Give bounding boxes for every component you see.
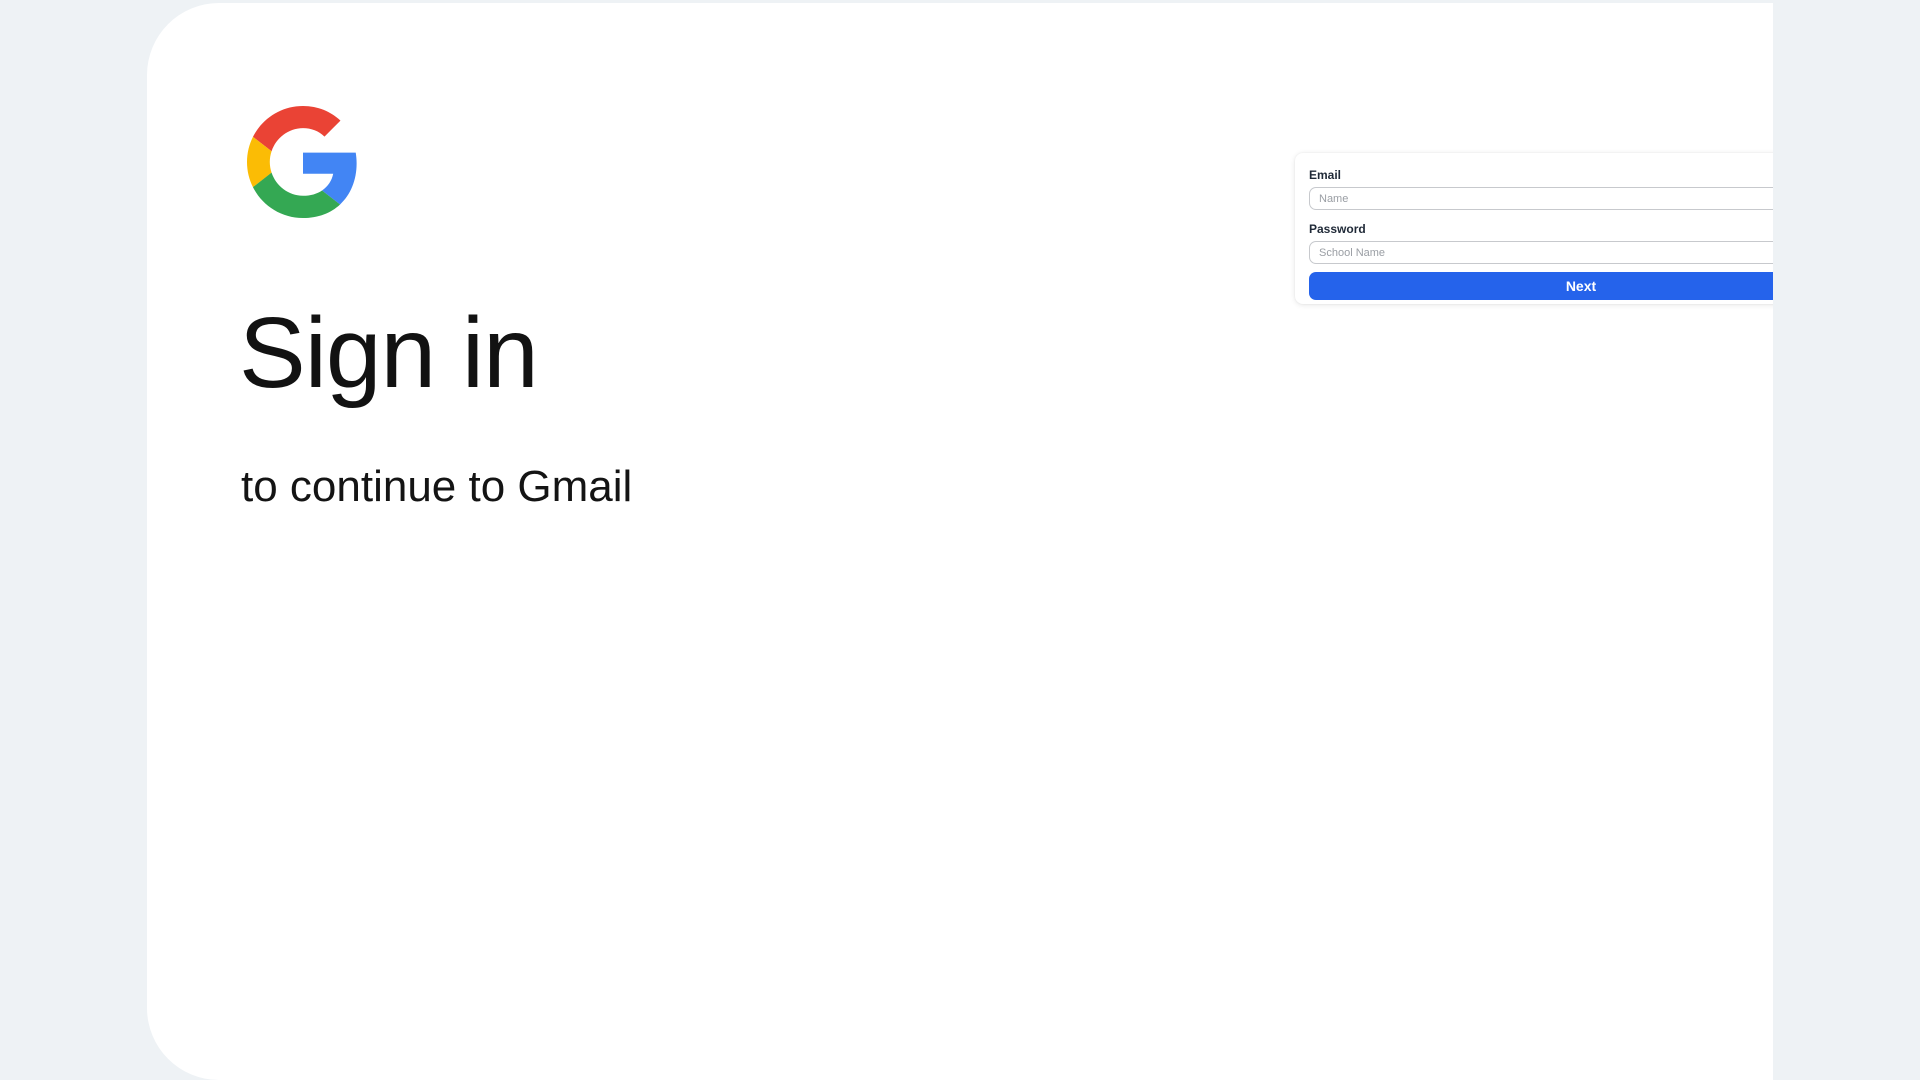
password-label: Password xyxy=(1309,222,1366,236)
page: Sign in to continue to Gmail Email Passw… xyxy=(0,0,1920,1080)
password-input[interactable] xyxy=(1309,241,1773,264)
google-g-logo-icon xyxy=(247,106,359,218)
email-input[interactable] xyxy=(1309,187,1773,210)
page-subtitle: to continue to Gmail xyxy=(241,462,633,511)
page-title: Sign in xyxy=(239,297,539,409)
email-label: Email xyxy=(1309,168,1342,182)
login-form: Email Password Next xyxy=(1295,153,1773,304)
main-card: Sign in to continue to Gmail Email Passw… xyxy=(147,3,1773,1080)
next-button[interactable]: Next xyxy=(1309,272,1773,300)
